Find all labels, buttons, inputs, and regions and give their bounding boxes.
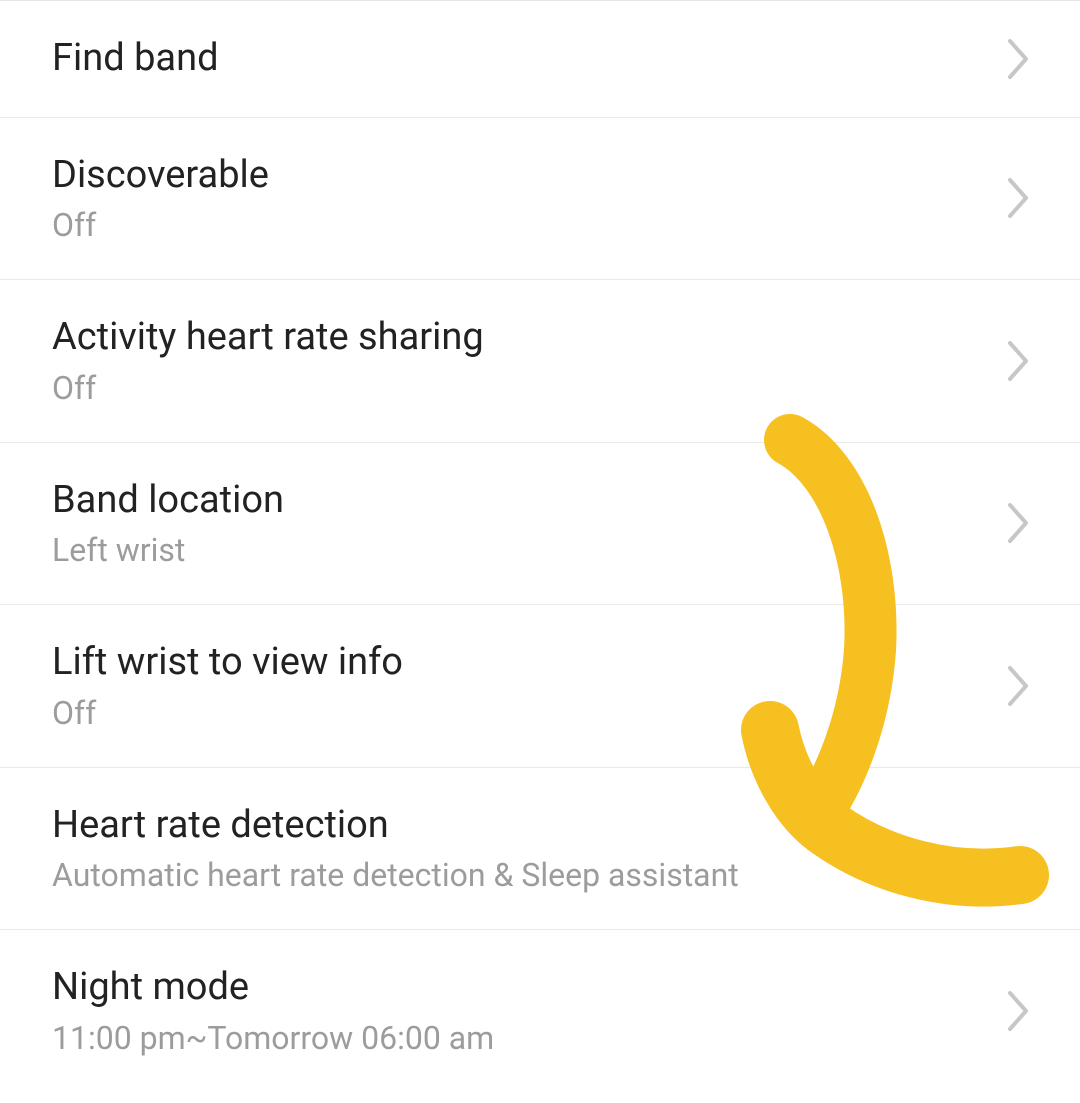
row-title: Find band [52,35,219,83]
row-text: Lift wrist to view info Off [52,639,403,733]
settings-item-discoverable[interactable]: Discoverable Off [0,118,1080,281]
chevron-right-icon [1006,501,1032,545]
chevron-right-icon [1006,989,1032,1033]
row-text: Heart rate detection Automatic heart rat… [52,802,739,896]
row-text: Night mode 11:00 pm~Tomorrow 06:00 am [52,964,494,1058]
settings-item-lift-wrist-to-view-info[interactable]: Lift wrist to view info Off [0,605,1080,768]
chevron-right-icon [1006,176,1032,220]
settings-list: Find band Discoverable Off Activity hear… [0,0,1080,1092]
chevron-right-icon [1006,664,1032,708]
settings-item-activity-heart-rate-sharing[interactable]: Activity heart rate sharing Off [0,280,1080,443]
row-subtitle: Off [52,693,403,733]
row-title: Heart rate detection [52,802,739,850]
row-title: Activity heart rate sharing [52,314,484,362]
row-subtitle: Left wrist [52,530,284,570]
row-text: Find band [52,35,219,83]
chevron-right-icon [1006,339,1032,383]
chevron-right-icon [1006,37,1032,81]
settings-item-find-band[interactable]: Find band [0,1,1080,118]
row-subtitle: Off [52,205,269,245]
row-text: Discoverable Off [52,152,269,246]
row-title: Band location [52,477,284,525]
settings-item-night-mode[interactable]: Night mode 11:00 pm~Tomorrow 06:00 am [0,930,1080,1092]
row-subtitle: 11:00 pm~Tomorrow 06:00 am [52,1018,494,1058]
row-text: Activity heart rate sharing Off [52,314,484,408]
row-subtitle: Off [52,368,484,408]
row-subtitle: Automatic heart rate detection & Sleep a… [52,855,739,895]
row-text: Band location Left wrist [52,477,284,571]
settings-item-heart-rate-detection[interactable]: Heart rate detection Automatic heart rat… [0,768,1080,931]
row-title: Night mode [52,964,494,1012]
row-title: Lift wrist to view info [52,639,403,687]
settings-item-band-location[interactable]: Band location Left wrist [0,443,1080,606]
row-title: Discoverable [52,152,269,200]
